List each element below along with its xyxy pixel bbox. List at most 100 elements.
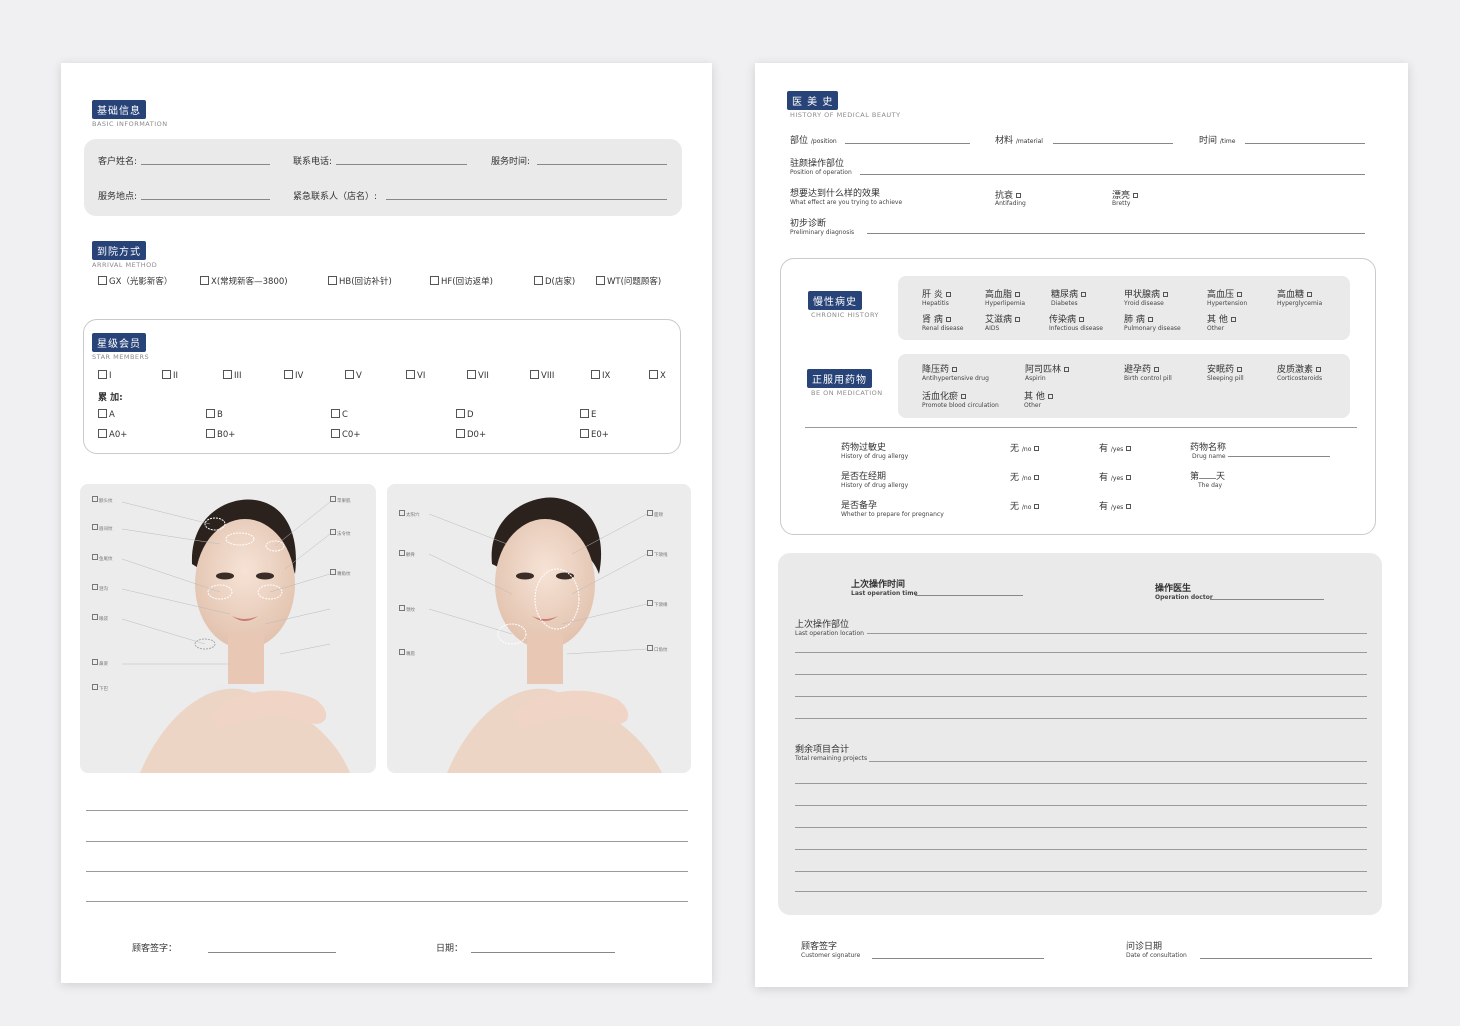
consult-date-field[interactable] <box>1200 958 1372 959</box>
location-line[interactable] <box>795 718 1367 719</box>
grade-d0[interactable]: D0+ <box>456 429 486 440</box>
face-label[interactable]: 口角纹 <box>647 645 668 653</box>
phone-field[interactable] <box>336 164 467 165</box>
face-label[interactable]: 下巴 <box>92 684 108 692</box>
medication-other[interactable]: 其 他 Other <box>1024 389 1053 409</box>
grade-b0[interactable]: B0+ <box>206 429 235 440</box>
allergy-no-option[interactable]: 无 /no <box>1010 441 1040 454</box>
chronic-item-aids[interactable]: 艾滋病 AIDS <box>985 312 1021 332</box>
pregnancy-no-option[interactable]: 无 /no <box>1010 499 1040 512</box>
arrival-option-x[interactable]: X(常规新客—3800) <box>200 275 288 287</box>
service-place-field[interactable] <box>141 199 270 200</box>
grade-e0[interactable]: E0+ <box>580 429 609 440</box>
star-level-4[interactable]: IV <box>284 370 303 381</box>
remaining-line[interactable] <box>795 783 1367 784</box>
note-line[interactable] <box>86 871 688 872</box>
grade-a[interactable]: A <box>98 409 115 420</box>
customer-name-field[interactable] <box>141 164 270 165</box>
chronic-item-hepatitis[interactable]: 肝 炎 Hepatitis <box>922 287 951 307</box>
remaining-line[interactable] <box>795 827 1367 828</box>
chronic-item-infectious[interactable]: 传染病 Infectious disease <box>1049 312 1103 332</box>
chronic-item-hypertension[interactable]: 高血压 Hypertension <box>1207 287 1247 307</box>
location-line[interactable] <box>867 633 1367 634</box>
period-no-option[interactable]: 无 /no <box>1010 470 1040 483</box>
arrival-option-wt[interactable]: WT(问题顾客) <box>596 275 661 287</box>
remaining-line[interactable] <box>869 761 1367 762</box>
face-label[interactable]: 眉间纹 <box>92 524 113 532</box>
star-level-3[interactable]: III <box>223 370 242 381</box>
remaining-line[interactable] <box>795 891 1367 892</box>
arrival-option-d[interactable]: D(店家) <box>534 275 575 287</box>
star-level-5[interactable]: V <box>345 370 362 381</box>
emergency-contact-field[interactable] <box>386 199 667 200</box>
note-line[interactable] <box>86 841 688 842</box>
face-label[interactable]: 下颌缘 <box>647 600 668 608</box>
service-time-field[interactable] <box>537 164 667 165</box>
medication-sleeping-pill[interactable]: 安眠药 Sleeping pill <box>1207 362 1244 382</box>
chronic-item-other[interactable]: 其 他 Other <box>1207 312 1236 332</box>
position-field[interactable] <box>845 143 970 144</box>
note-line[interactable] <box>86 810 688 811</box>
grade-a0[interactable]: A0+ <box>98 429 127 440</box>
diagnosis-field[interactable] <box>867 233 1365 234</box>
doctor-field[interactable] <box>1210 599 1324 600</box>
medication-birth-control[interactable]: 避孕药 Birth control pill <box>1124 362 1172 382</box>
star-level-6[interactable]: VI <box>406 370 425 381</box>
drug-name-field[interactable] <box>1228 456 1330 457</box>
time-field[interactable] <box>1245 143 1365 144</box>
medication-corticosteroids[interactable]: 皮质激素 Corticosteroids <box>1277 362 1322 382</box>
chronic-item-pulmonary[interactable]: 肺 病 Pulmonary disease <box>1124 312 1181 332</box>
arrival-option-hf[interactable]: HF(回访返单) <box>430 275 493 287</box>
period-yes-option[interactable]: 有 /yes <box>1099 470 1132 483</box>
pretty-checkbox[interactable] <box>1133 193 1139 198</box>
star-level-1[interactable]: I <box>98 370 112 381</box>
star-level-10[interactable]: X <box>649 370 666 381</box>
star-level-8[interactable]: VIII <box>530 370 554 381</box>
chronic-item-hyperlipemia[interactable]: 高血脂 Hyperlipemia <box>985 287 1025 307</box>
face-label[interactable]: 嘴唇 <box>399 649 415 657</box>
face-label[interactable]: 鼻梁 <box>92 659 108 667</box>
arrival-option-hb[interactable]: HB(回访补针) <box>328 275 392 287</box>
face-label[interactable]: 颈纹 <box>399 605 415 613</box>
location-line[interactable] <box>795 674 1367 675</box>
remaining-line[interactable] <box>795 805 1367 806</box>
face-label[interactable]: 颧骨 <box>399 550 415 558</box>
face-label[interactable]: 眼袋 <box>92 614 108 622</box>
face-label[interactable]: 法令纹 <box>330 529 351 537</box>
arrival-option-gx[interactable]: GX（光影新客） <box>98 275 172 287</box>
grade-c0[interactable]: C0+ <box>331 429 360 440</box>
face-label[interactable]: 鱼尾纹 <box>92 554 113 562</box>
op-position-field[interactable] <box>860 174 1365 175</box>
allergy-yes-option[interactable]: 有 /yes <box>1099 441 1132 454</box>
grade-e[interactable]: E <box>580 409 596 420</box>
chronic-item-hyperglycemia[interactable]: 高血糖 Hyperglycemia <box>1277 287 1322 307</box>
last-op-time-field[interactable] <box>915 595 1023 596</box>
face-label[interactable]: 泪沟 <box>92 584 108 592</box>
medication-blood-circulation[interactable]: 活血化瘀 Promote blood circulation <box>922 389 999 409</box>
chronic-item-thyroid[interactable]: 甲状腺病 Yroid disease <box>1124 287 1169 307</box>
note-line[interactable] <box>86 901 688 902</box>
medication-antihypertensive[interactable]: 降压药 Antihypertensive drug <box>922 362 989 382</box>
location-line[interactable] <box>795 652 1367 653</box>
chronic-item-diabetes[interactable]: 糖尿病 Diabetes <box>1051 287 1087 307</box>
face-label[interactable]: 额头纹 <box>92 496 113 504</box>
chronic-item-renal[interactable]: 肾 病 Renal disease <box>922 312 963 332</box>
face-label[interactable]: 苹果肌 <box>330 496 351 504</box>
star-level-7[interactable]: VII <box>467 370 489 381</box>
face-label[interactable]: 面颊 <box>647 510 663 518</box>
star-level-2[interactable]: II <box>162 370 178 381</box>
pregnancy-yes-option[interactable]: 有 /yes <box>1099 499 1132 512</box>
face-label[interactable]: 下颌线 <box>647 550 668 558</box>
face-label[interactable]: 太阳穴 <box>399 510 420 518</box>
date-field[interactable] <box>471 952 615 953</box>
grade-b[interactable]: B <box>206 409 223 420</box>
location-line[interactable] <box>795 696 1367 697</box>
face-label[interactable]: 嘴角纹 <box>330 569 351 577</box>
customer-signature-field[interactable] <box>872 958 1044 959</box>
star-level-9[interactable]: IX <box>591 370 610 381</box>
grade-c[interactable]: C <box>331 409 348 420</box>
medication-aspirin[interactable]: 阿司匹林 Aspirin <box>1025 362 1070 382</box>
remaining-line[interactable] <box>795 849 1367 850</box>
grade-d[interactable]: D <box>456 409 474 420</box>
antiaging-checkbox[interactable] <box>1016 193 1022 198</box>
